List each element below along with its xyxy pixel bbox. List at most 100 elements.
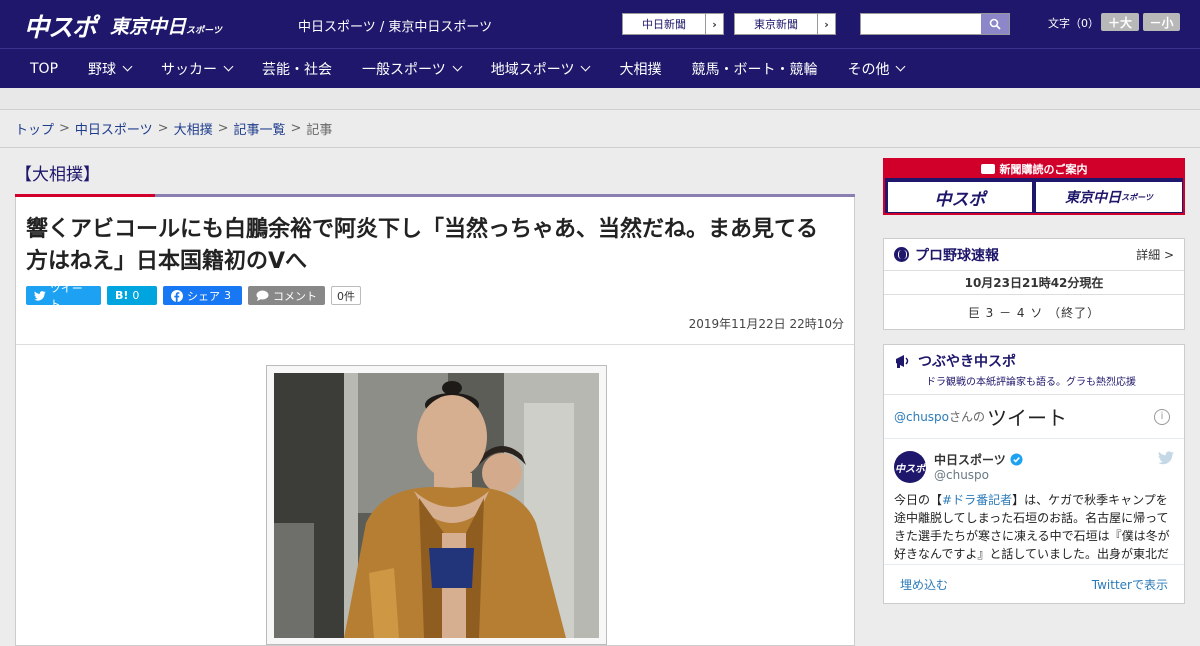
facebook-icon	[171, 289, 183, 302]
tokyo-shimbun-link[interactable]: 東京新聞 ›	[734, 13, 836, 35]
category-underline-accent	[15, 194, 155, 197]
tweet-author-name: 中日スポーツ	[934, 453, 1006, 467]
tweet-text-pre: 今日の【	[894, 493, 943, 507]
article-photo[interactable]	[274, 373, 599, 638]
font-larger-button[interactable]: ＋大	[1101, 13, 1139, 31]
verified-badge-icon	[1010, 453, 1023, 466]
twitter-bird-icon[interactable]	[1158, 451, 1174, 465]
nav-item-8[interactable]: その他	[832, 59, 919, 79]
tweet-timeline-header: @chuspo さんの ツイート i	[884, 395, 1184, 439]
chunichi-shimbun-label: 中日新聞	[642, 18, 686, 31]
nav-item-3[interactable]: 芸能・社会	[247, 59, 347, 79]
subscribe-tokyo-label: 東京中日	[1065, 190, 1122, 206]
chevron-right-icon: ›	[817, 14, 835, 34]
subscribe-tokyo-chunichi-button[interactable]: 東京中日 スポーツ	[1036, 182, 1182, 212]
view-on-twitter-link[interactable]: Twitterで表示	[1092, 576, 1168, 593]
site-tagline[interactable]: 中日スポーツ / 東京中日スポーツ	[298, 16, 492, 35]
breadcrumb-separator: >	[157, 121, 169, 136]
hatena-bookmark-button[interactable]: B! 0	[107, 286, 157, 305]
social-buttons: ツイート B! 0 シェア 3 コメント 0件	[16, 278, 854, 311]
subscribe-chunichi-sports-button[interactable]: 中スポ	[888, 182, 1032, 212]
subscription-header-label: 新聞購読のご案内	[999, 163, 1088, 176]
tweet-author-handle: @chuspo	[934, 468, 990, 482]
twitter-widget-title: つぶやき中スポ	[894, 351, 1174, 371]
breadcrumb-top[interactable]: トップ	[15, 119, 54, 138]
breadcrumb-chunichi-sports[interactable]: 中日スポーツ	[75, 119, 153, 138]
subscription-header: 新聞購読のご案内	[885, 160, 1183, 178]
tweet-author[interactable]: 中日スポーツ	[934, 451, 1023, 468]
info-icon[interactable]: i	[1154, 408, 1170, 425]
embed-link[interactable]: 埋め込む	[900, 576, 948, 593]
breadcrumb-separator: >	[217, 121, 229, 136]
main-nav: TOP 野球 サッカー 芸能・社会 一般スポーツ 地域スポーツ 大相撲 競馬・ボート・競輪 その…	[0, 48, 1200, 88]
nav-item-1[interactable]: 野球	[73, 59, 146, 79]
breadcrumb-separator: >	[59, 121, 70, 136]
tokyo-chunichi-logo-text: 東京中日	[110, 16, 187, 38]
comment-button[interactable]: コメント	[248, 286, 325, 305]
nav-item-label: 芸能・社会	[262, 61, 333, 78]
top-header: 中スポ 東京中日スポーツ 中日スポーツ / 東京中日スポーツ 中日新聞 › 東京…	[0, 0, 1200, 48]
search-button[interactable]	[981, 14, 1009, 34]
nav-item-label: 野球	[88, 61, 117, 78]
nav-item-label: TOP	[30, 60, 59, 77]
nav-item-label: 一般スポーツ	[362, 61, 446, 78]
nav-item-7[interactable]: 競馬・ボート・競輪	[676, 59, 832, 79]
nav-item-0[interactable]: TOP	[0, 61, 73, 77]
baseball-live-widget: プロ野球速報 詳細 > 10月23日21時42分現在 巨 3 － 4 ソ （終了…	[883, 238, 1185, 330]
megaphone-icon	[896, 355, 909, 368]
article-headline: 響くアビコールにも白鵬余裕で阿炎下し「当然っちゃあ、当然だね。まあ見てる 方はね…	[16, 196, 854, 278]
chevron-down-icon	[122, 61, 133, 72]
font-smaller-button[interactable]: －小	[1143, 13, 1180, 31]
article-photo-area	[16, 345, 854, 645]
share-count: 3	[224, 289, 231, 302]
tokyo-shimbun-label: 東京新聞	[754, 18, 798, 31]
breadcrumb-article-list[interactable]: 記事一覧	[234, 119, 286, 138]
category-title: 【大相撲】	[15, 150, 855, 197]
chunichi-sports-logo[interactable]: 中スポ	[24, 8, 97, 44]
comment-count[interactable]: 0件	[331, 286, 361, 305]
tweet-body: 今日の【#ドラ番記者】は、ケガで秋季キャンプを途中離脱してしまった石垣のお話。名…	[894, 491, 1174, 563]
nav-item-label: 大相撲	[619, 61, 662, 78]
chevron-down-icon	[581, 61, 591, 72]
baseball-timestamp: 10月23日21時42分現在	[884, 271, 1184, 295]
newspaper-icon	[980, 164, 995, 174]
chuspo-handle-link[interactable]: @chuspo	[894, 410, 949, 424]
chunichi-shimbun-link[interactable]: 中日新聞 ›	[622, 13, 724, 35]
nav-item-2[interactable]: サッカー	[146, 59, 247, 79]
tweet-button[interactable]: ツイート	[26, 282, 101, 311]
baseball-title-label: プロ野球速報	[915, 247, 999, 264]
nav-item-label: その他	[847, 61, 890, 78]
comment-bubble-icon	[256, 290, 269, 301]
baseball-details-link[interactable]: 詳細 >	[1136, 246, 1174, 263]
search-input[interactable]	[860, 13, 1010, 35]
photo-frame	[266, 365, 607, 645]
search-icon	[989, 18, 1001, 30]
chevron-down-icon	[223, 61, 234, 72]
twitter-widget-footer: 埋め込む Twitterで表示	[884, 565, 1184, 603]
avatar[interactable]: 中スポ	[894, 451, 926, 483]
tokyo-chunichi-logo[interactable]: 東京中日スポーツ	[110, 12, 222, 39]
chevron-down-icon	[452, 61, 463, 72]
breadcrumb-separator: >	[290, 121, 302, 136]
twitter-widget-subtitle: ドラ観戦の本紙評論家も語る。グラも熱烈応援	[926, 377, 1136, 388]
subscription-banner: 新聞購読のご案内 中スポ 東京中日 スポーツ	[883, 158, 1185, 215]
nav-item-label: 地域スポーツ	[490, 61, 575, 78]
baseball-score[interactable]: 巨 3 － 4 ソ （終了）	[884, 295, 1184, 329]
tokyo-chunichi-logo-small: スポーツ	[186, 26, 222, 36]
nav-item-6[interactable]: 大相撲	[604, 59, 676, 79]
tweet-item[interactable]: 中スポ 中日スポーツ @chuspo 今日の【#ドラ番記者】は、ケガで秋季キャン…	[884, 439, 1184, 565]
publish-date: 2019年11月22日 22時10分	[16, 305, 854, 345]
nav-item-label: 競馬・ボート・競輪	[691, 61, 818, 78]
chevron-down-icon	[896, 61, 906, 72]
facebook-share-button[interactable]: シェア 3	[163, 286, 242, 305]
article-column: 【大相撲】 響くアビコールにも白鵬余裕で阿炎下し「当然っちゃあ、当然だね。まあ見…	[15, 150, 855, 646]
twitter-widget-header: つぶやき中スポ ドラ観戦の本紙評論家も語る。グラも熱烈応援	[884, 345, 1184, 395]
nav-item-4[interactable]: 一般スポーツ	[347, 59, 476, 79]
nav-item-5[interactable]: 地域スポーツ	[476, 59, 605, 79]
baseball-icon	[894, 247, 909, 262]
breadcrumb-sumo[interactable]: 大相撲	[174, 119, 213, 138]
subscribe-tokyo-small: スポーツ	[1121, 192, 1153, 202]
nav-item-label: サッカー	[161, 61, 218, 78]
ad-spacer	[0, 88, 1200, 110]
tweet-hashtag[interactable]: #ドラ番記者	[942, 493, 1012, 507]
